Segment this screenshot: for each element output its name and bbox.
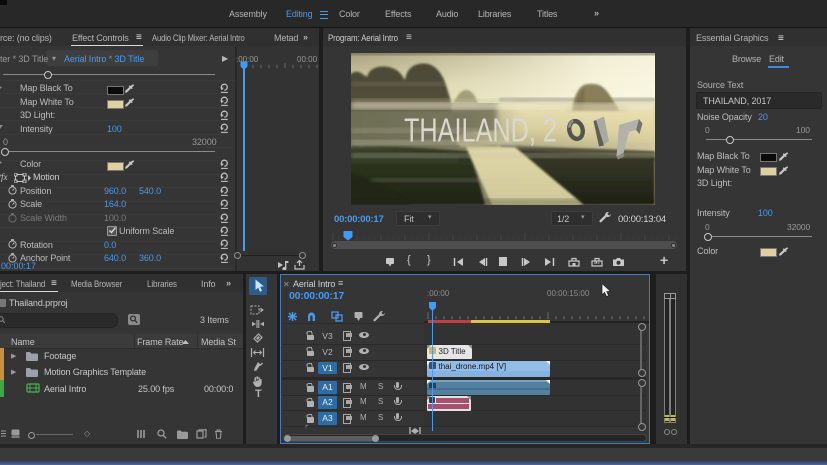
svg-text:THAILAND, 2: THAILAND, 2 [404,112,557,149]
